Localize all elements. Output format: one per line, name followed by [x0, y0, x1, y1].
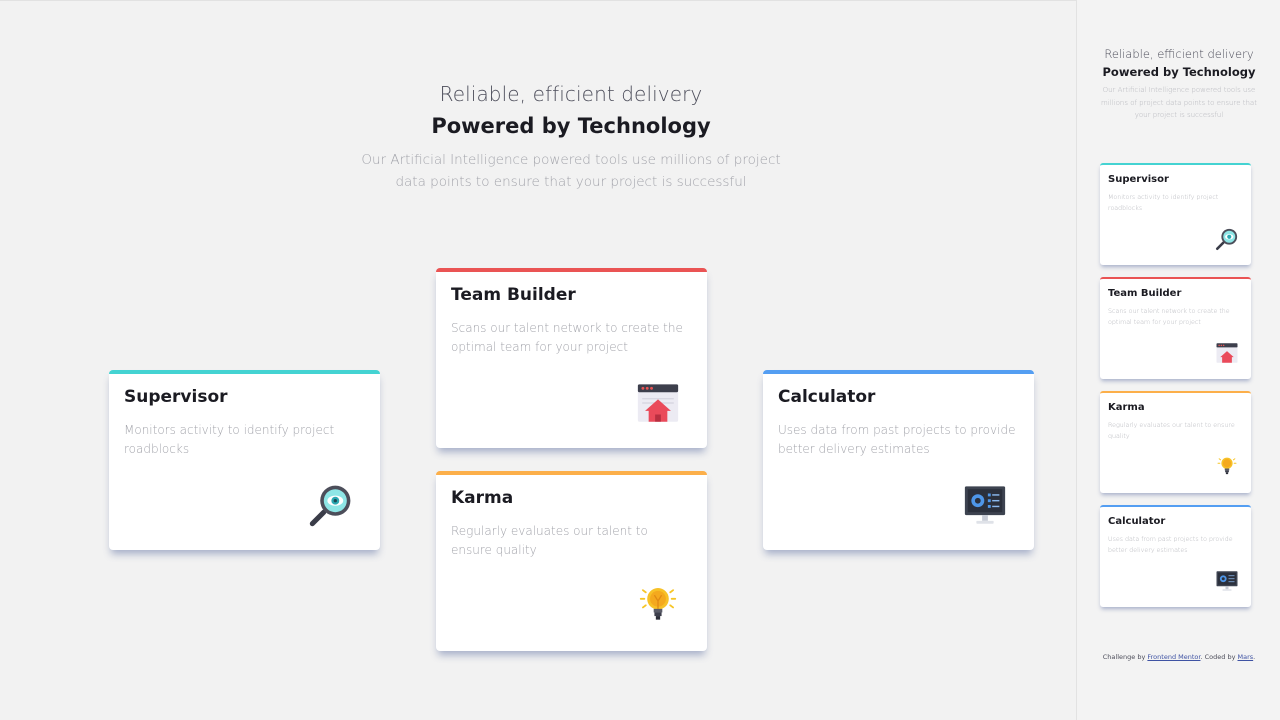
frontend-mentor-link[interactable]: Frontend Mentor	[1147, 653, 1200, 661]
card-title: Supervisor	[1108, 174, 1169, 185]
attribution-middle: . Coded by	[1200, 653, 1236, 661]
card-title: Team Builder	[1108, 288, 1182, 299]
mobile-card-karma: Karma Regularly evaluates our talent to …	[1100, 391, 1251, 493]
card-description: Regularly evaluates our talent to ensure…	[1108, 422, 1235, 440]
card-karma: Karma Regularly evaluates our talent to …	[436, 471, 707, 651]
hero-title: Powered by Technology	[431, 114, 711, 138]
mobile-hero-subtitle: Reliable, efficient delivery	[1104, 47, 1254, 61]
card-title: Team Builder	[451, 285, 576, 305]
mobile-hero-description: Our Artificial Intelligence powered tool…	[1101, 86, 1257, 119]
desktop-view: Reliable, efficient delivery Powered by …	[0, 0, 1076, 720]
monitor-dashboard-icon	[964, 486, 1006, 524]
browser-house-icon	[1216, 343, 1238, 363]
mobile-card-calculator: Calculator Uses data from past projects …	[1100, 505, 1251, 607]
magnifier-eye-icon	[309, 485, 351, 527]
monitor-dashboard-icon	[1216, 571, 1238, 591]
mobile-card-supervisor: Supervisor Monitors activity to identify…	[1100, 163, 1251, 265]
attribution-prefix: Challenge by	[1102, 653, 1146, 661]
card-description: Uses data from past projects to provide …	[1108, 536, 1233, 554]
card-description: Uses data from past projects to provide …	[778, 423, 1016, 456]
card-team-builder: Team Builder Scans our talent network to…	[436, 268, 707, 448]
card-description: Scans our talent network to create the o…	[451, 321, 683, 354]
hero-description: Our Artificial Intelligence powered tool…	[361, 152, 781, 190]
browser-house-icon	[637, 384, 679, 422]
attribution-suffix: .	[1253, 653, 1256, 661]
card-title: Calculator	[1108, 516, 1166, 527]
author-link[interactable]: Mars	[1238, 653, 1254, 661]
attribution: Challenge by Frontend Mentor. Coded by M…	[1077, 653, 1280, 661]
card-description: Scans our talent network to create the o…	[1108, 308, 1230, 326]
card-title: Supervisor	[124, 387, 228, 407]
card-title: Calculator	[778, 387, 876, 407]
card-title: Karma	[1108, 402, 1145, 413]
lightbulb-icon	[639, 588, 677, 620]
lightbulb-icon	[1217, 457, 1237, 475]
card-description: Regularly evaluates our talent to ensure…	[451, 524, 648, 557]
mobile-preview-panel: Reliable, efficient delivery Powered by …	[1076, 0, 1280, 720]
card-description: Monitors activity to identify project ro…	[1108, 194, 1219, 212]
magnifier-eye-icon	[1215, 228, 1238, 251]
hero-subtitle: Reliable, efficient delivery	[439, 82, 703, 106]
mobile-card-team-builder: Team Builder Scans our talent network to…	[1100, 277, 1251, 379]
card-title: Karma	[451, 488, 514, 508]
card-supervisor: Supervisor Monitors activity to identify…	[109, 370, 380, 550]
card-description: Monitors activity to identify project ro…	[124, 423, 335, 456]
mobile-hero-title: Powered by Technology	[1102, 65, 1256, 79]
card-calculator: Calculator Uses data from past projects …	[763, 370, 1034, 550]
